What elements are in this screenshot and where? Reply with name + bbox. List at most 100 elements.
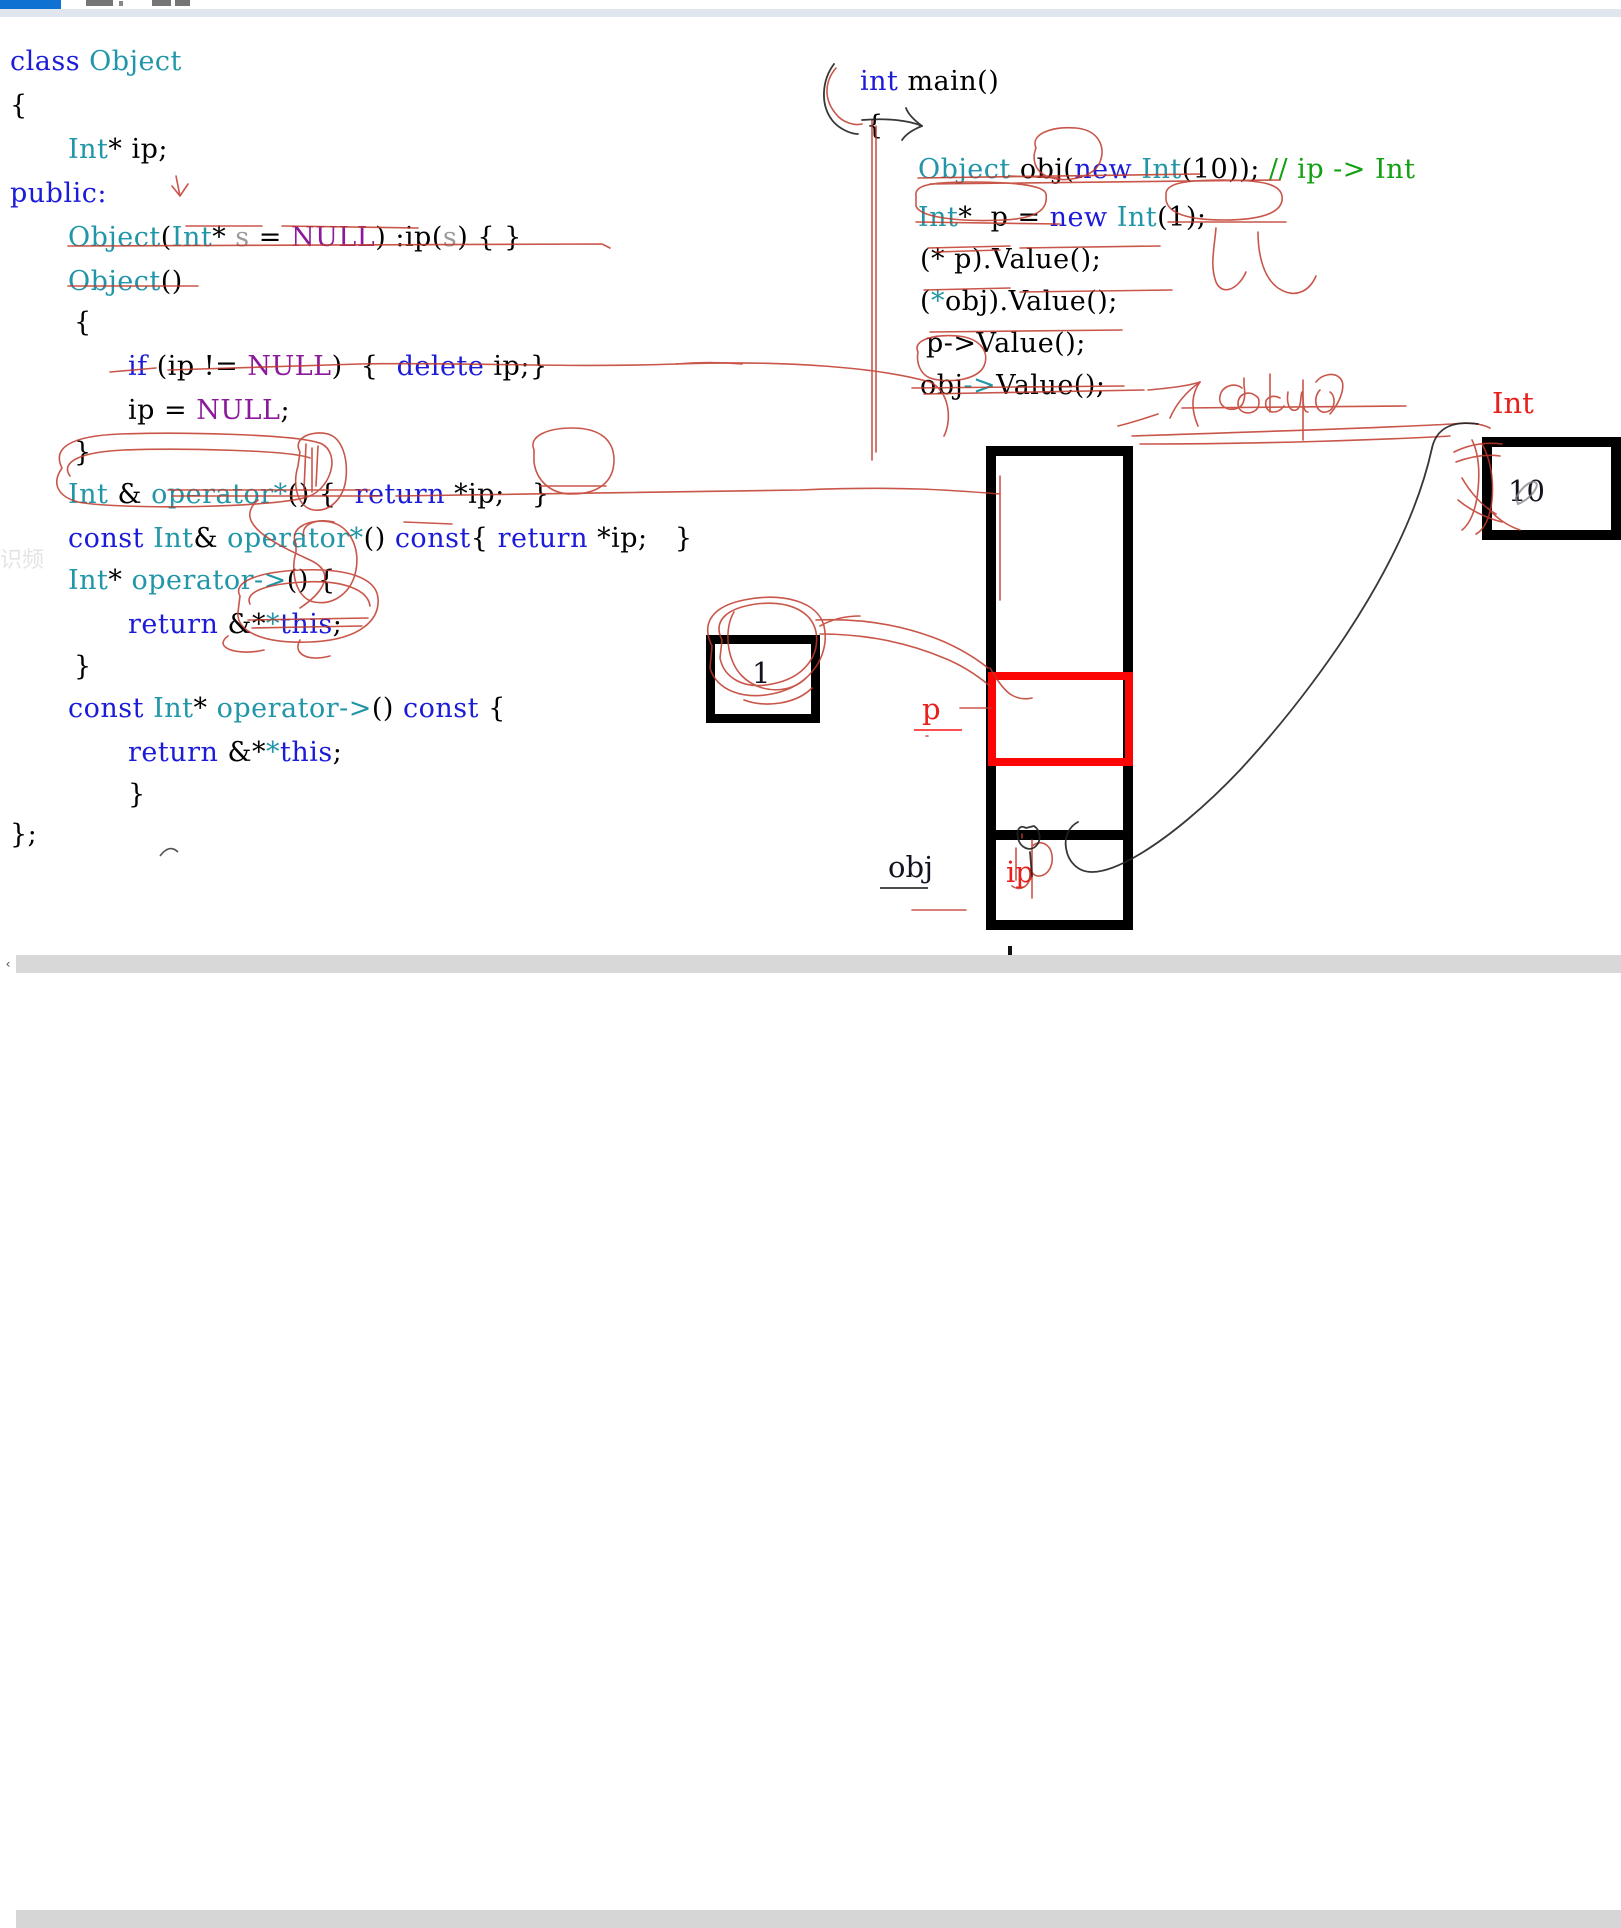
code-token: return (128, 737, 219, 768)
tab-active[interactable] (0, 0, 61, 9)
code-token: -> (943, 328, 977, 359)
toolbar-icon-3[interactable] (152, 0, 171, 6)
code-token: const (68, 523, 144, 554)
class-code-line-12[interactable]: Int* operator->() { (68, 567, 336, 594)
ip-slot-box-edge (1123, 830, 1133, 930)
code-token: const (403, 693, 480, 724)
class-code-line-1[interactable]: { (10, 92, 28, 119)
class-code-line-16[interactable]: return &**this; (128, 739, 342, 766)
class-code-line-14[interactable]: } (74, 653, 92, 680)
code-token: * p = (958, 202, 1050, 233)
code-token: Object (68, 266, 161, 297)
code-token: }; (10, 819, 38, 850)
label-obj: obj (888, 850, 934, 884)
code-token: obj( (1010, 154, 1075, 185)
code-token: obj (920, 370, 964, 401)
label-ip: ip (1006, 855, 1034, 889)
code-token: { (479, 693, 506, 724)
main-code-line-4[interactable]: (* p).Value(); (920, 246, 1101, 273)
horizontal-scrollbar-thumb[interactable] (16, 1910, 1621, 1928)
main-code-line-1[interactable]: { (866, 112, 884, 139)
code-token: -> (254, 565, 287, 596)
code-token: this (280, 737, 333, 768)
class-code-line-10[interactable]: Int & operator*() { return *ip; } (68, 481, 550, 508)
class-code-line-9[interactable]: } (74, 439, 92, 466)
code-token: Int (918, 202, 959, 233)
p-slot-box-edge (1125, 672, 1133, 766)
class-code-line-8[interactable]: ip = NULL; (128, 397, 290, 424)
code-token: int (860, 66, 899, 97)
code-token: &* (218, 609, 267, 640)
class-code-line-7[interactable]: if (ip != NULL) { delete ip;} (128, 353, 548, 380)
code-editor-canvas[interactable]: class Object{Int* ip; public: Object(Int* … (0, 18, 1621, 955)
code-token: operator (131, 565, 255, 596)
window-toolbar (0, 0, 1621, 9)
code-token: ip = (128, 395, 197, 426)
code-token: operator (216, 693, 340, 724)
ip-slot-box-edge (986, 830, 1133, 840)
code-token: &* (218, 737, 267, 768)
value-ten: 10 (1508, 474, 1545, 508)
value-one-box-edge (706, 635, 820, 644)
code-token: Int (153, 693, 194, 724)
code-token: *ip; } (587, 523, 693, 554)
p-slot-box-edge (988, 758, 1133, 766)
main-code-line-6[interactable]: p->Value(); (926, 330, 1086, 357)
code-token: * (931, 286, 946, 317)
class-code-line-4[interactable]: Object(Int* s = NULL) :ip(s) { } (68, 224, 522, 251)
code-token: (10)); (1181, 154, 1269, 185)
scroll-left-arrow-icon[interactable]: ‹ (0, 955, 16, 973)
code-token: (1); (1157, 202, 1207, 233)
code-token: { (74, 307, 92, 338)
ip-slot-box-edge (986, 920, 1133, 930)
class-code-line-11[interactable]: const Int& operator*() const{ return *ip… (68, 525, 693, 552)
toolbar-icon-4[interactable] (175, 0, 190, 6)
class-code-line-0[interactable]: class Object (10, 48, 182, 75)
class-code-line-13[interactable]: return &**this; (128, 611, 342, 638)
class-code-line-6[interactable]: { (74, 309, 92, 336)
value-one-box-edge (706, 714, 820, 723)
horizontal-scrollbar[interactable] (0, 955, 1621, 1928)
code-token: class (10, 46, 90, 77)
code-token: ) { } (457, 222, 522, 253)
code-token: *ip; } (445, 479, 550, 510)
code-token: s (235, 222, 250, 253)
main-code-line-7[interactable]: obj->Value(); (920, 372, 1105, 399)
code-token: Int (68, 479, 109, 510)
code-token: () (160, 266, 183, 297)
label-p: p (922, 692, 941, 726)
obj-memory-box-edge (986, 446, 1133, 456)
code-token: p (926, 328, 944, 359)
code-token: Int (1116, 202, 1158, 233)
main-code-line-3[interactable]: Int* p = new Int(1); (918, 204, 1206, 231)
code-token: ( (920, 286, 932, 317)
class-code-line-3[interactable]: public: (10, 180, 107, 207)
code-token: () (363, 523, 395, 554)
code-token: new (1049, 202, 1108, 233)
class-code-line-15[interactable]: const Int* operator->() const { (68, 695, 506, 722)
main-code-line-2[interactable]: Object obj(new Int(10)); // ip -> Int (918, 156, 1415, 183)
class-code-line-2[interactable]: Int* ip; (68, 136, 168, 163)
toolbar-icon-1[interactable] (86, 0, 113, 6)
code-token: { (10, 90, 28, 121)
code-token: } (128, 779, 146, 810)
p-slot-box-edge (988, 672, 996, 766)
code-token: () { (286, 565, 336, 596)
toolbar-icon-2[interactable] (119, 1, 123, 6)
class-code-line-17[interactable]: } (128, 781, 146, 808)
value-ten-box-edge (1611, 437, 1621, 540)
code-token: const (394, 523, 471, 554)
main-code-line-5[interactable]: (*obj).Value(); (920, 288, 1118, 315)
main-code-line-0[interactable]: int main() (860, 68, 999, 95)
code-token: * ip; (108, 134, 169, 165)
ip-slot-box-edge (986, 830, 996, 930)
class-code-line-18[interactable]: }; (10, 821, 37, 848)
code-token: ; (332, 737, 343, 768)
code-token: Object (89, 46, 182, 77)
code-token: // ip -> Int (1268, 154, 1416, 185)
code-token: s (442, 222, 458, 253)
label-obj-underline (880, 887, 928, 889)
class-code-line-5[interactable]: Object() (68, 268, 183, 295)
